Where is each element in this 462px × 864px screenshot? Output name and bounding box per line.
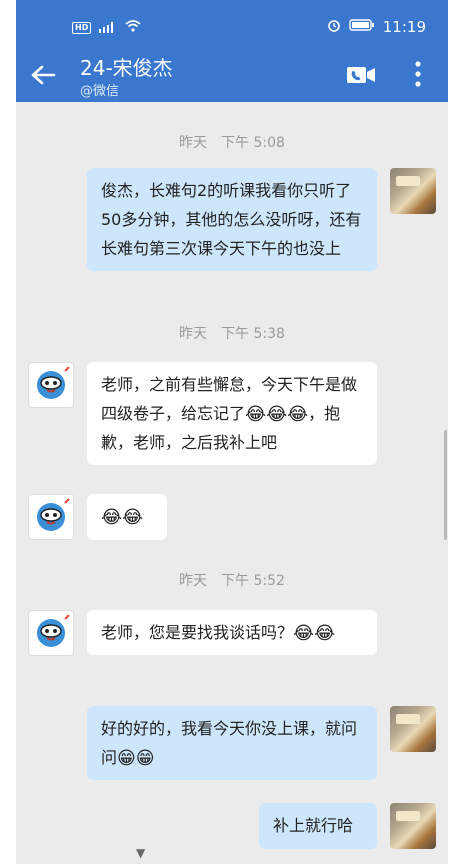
message-bubble-received[interactable]: 😂😂 [87, 494, 167, 540]
message-text: 老师，您是要找我谈话吗？ [101, 623, 294, 642]
timestamp: 昨天 下午 5:08 [179, 135, 285, 151]
contact-avatar[interactable] [28, 362, 74, 408]
my-avatar[interactable] [390, 803, 436, 849]
grin-emoji-icon: 😁 [135, 747, 155, 769]
laugh-cry-emoji-icon: 😂 [101, 506, 123, 528]
signal-icon [97, 21, 119, 36]
timestamp: 昨天 下午 5:38 [179, 326, 285, 342]
my-avatar[interactable] [390, 168, 436, 214]
message-bubble-received[interactable]: 老师，之前有些懈怠，今天下午是做四级卷子，给忘记了😂😂😂，抱歉，老师，之后我补上… [87, 362, 377, 465]
hd-badge: HD [72, 22, 92, 34]
laugh-cry-emoji-icon: 😂 [122, 506, 144, 528]
scrollbar[interactable] [444, 430, 447, 540]
laugh-cry-emoji-icon: 😂 [287, 403, 309, 425]
laugh-cry-emoji-icon: 😂 [266, 403, 288, 425]
message-text: 补上就行哈 [273, 816, 354, 835]
chat-screen: HD 11:19 24-宋俊杰 @微信 昨天 下午 5:08 俊杰，长难句2的听… [16, 0, 448, 864]
video-call-icon[interactable] [346, 66, 376, 84]
back-arrow-icon[interactable] [30, 64, 56, 86]
status-bar: HD 11:19 [16, 12, 448, 42]
my-avatar[interactable] [390, 706, 436, 752]
message-bubble-sent[interactable]: 补上就行哈 [259, 803, 377, 849]
laugh-cry-emoji-icon: 😂 [293, 622, 315, 644]
top-bar: HD 11:19 24-宋俊杰 @微信 [16, 0, 448, 102]
laugh-cry-emoji-icon: 😂 [245, 403, 267, 425]
grin-emoji-icon: 😁 [117, 747, 136, 769]
contact-avatar[interactable] [28, 610, 74, 656]
message-bubble-received[interactable]: 老师，您是要找我谈话吗？😂😂 [87, 610, 377, 655]
timestamp: 昨天 下午 5:52 [179, 573, 285, 589]
message-text: 俊杰，长难句2的听课我看你只听了50多分钟，其他的怎么没听呀，还有长难句第三次课… [101, 181, 362, 258]
clock-time: 11:19 [382, 18, 426, 36]
message-bubble-sent[interactable]: 俊杰，长难句2的听课我看你只听了50多分钟，其他的怎么没听呀，还有长难句第三次课… [87, 168, 377, 271]
wifi-icon [125, 20, 141, 36]
alarm-icon [327, 18, 341, 36]
battery-icon [349, 19, 375, 35]
laugh-cry-emoji-icon: 😂 [314, 622, 336, 644]
contact-source: @微信 [80, 84, 120, 99]
more-options-icon[interactable] [412, 60, 424, 88]
message-bubble-sent[interactable]: 好的好的，我看今天你没上课，就问问😁😁 [87, 706, 377, 780]
contact-avatar[interactable] [28, 494, 74, 540]
scroll-down-icon[interactable]: ▼ [136, 846, 145, 860]
contact-name: 24-宋俊杰 [80, 56, 173, 80]
